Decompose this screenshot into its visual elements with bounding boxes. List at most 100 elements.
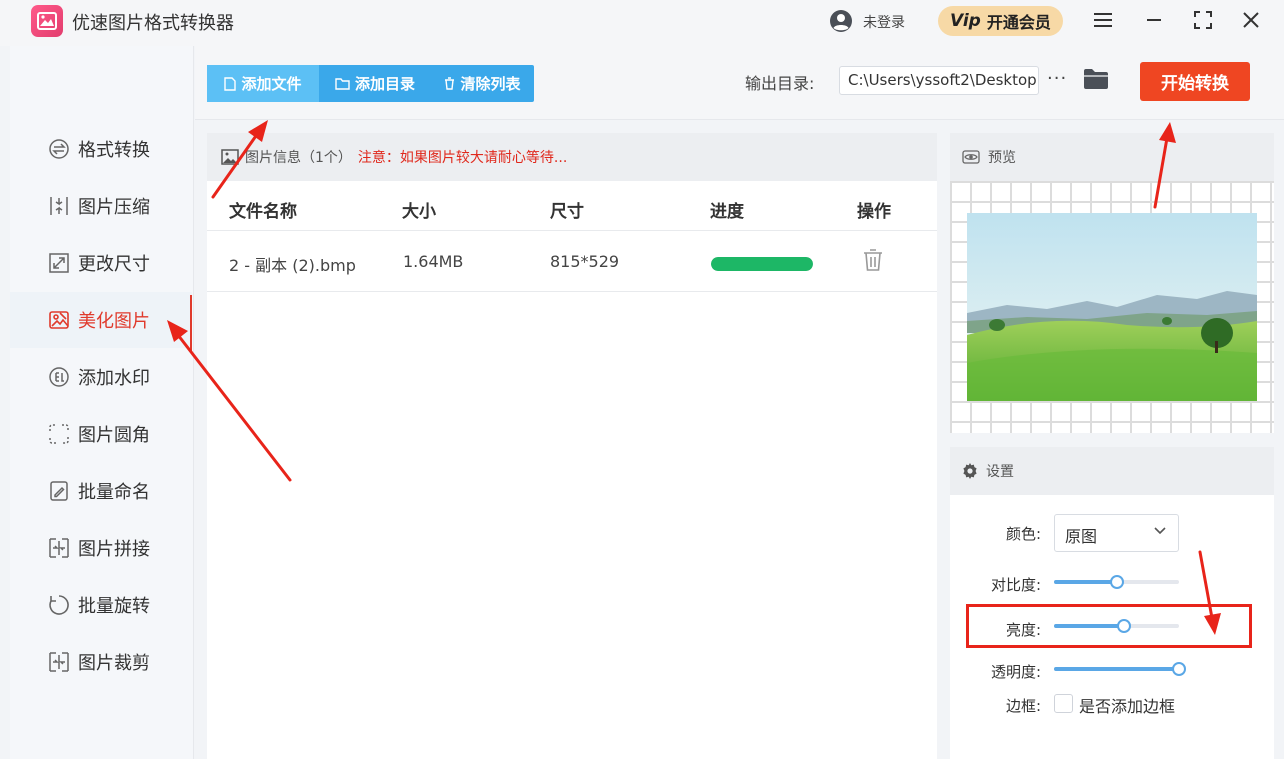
output-dir-field[interactable]: C:\Users\yssoft2\Desktop (839, 66, 1039, 95)
file-list-header: 图片信息（1个） 注意：如果图片较大请耐心等待... (207, 133, 937, 181)
annotation-highlight-box (966, 604, 1252, 648)
sidebar-item-label: 格式转换 (78, 140, 150, 161)
column-name: 文件名称 (229, 202, 297, 222)
folder-outline-icon (335, 77, 350, 90)
sidebar-item-watermark[interactable]: 添加水印 (10, 349, 192, 405)
clear-list-button[interactable]: 清除列表 (431, 65, 534, 102)
settings-title: 设置 (986, 464, 1014, 480)
contrast-slider-fill (1054, 580, 1117, 584)
maximize-icon[interactable] (1190, 7, 1216, 33)
sidebar-item-rotate[interactable]: 批量旋转 (10, 577, 192, 633)
app-title: 优速图片格式转换器 (72, 13, 234, 34)
file-list-notice: 注意：如果图片较大请耐心等待... (357, 150, 568, 166)
minimize-icon[interactable] (1141, 7, 1167, 33)
border-checkbox-label[interactable]: 是否添加边框 (1079, 693, 1175, 717)
sidebar-item-resize[interactable]: 更改尺寸 (10, 235, 192, 291)
column-progress: 进度 (710, 202, 744, 222)
login-status[interactable]: 未登录 (863, 12, 905, 32)
sidebar-item-label: 图片压缩 (78, 197, 150, 218)
resize-icon (48, 252, 70, 274)
add-folder-button[interactable]: 添加目录 (319, 65, 431, 102)
menu-icon[interactable] (1090, 7, 1116, 33)
sidebar-item-label: 图片拼接 (78, 539, 150, 560)
title-bar: 优速图片格式转换器 未登录 Vip 开通会员 (0, 0, 1284, 46)
color-select-value: 原图 (1065, 527, 1098, 546)
user-avatar-icon[interactable] (829, 9, 853, 33)
chevron-down-icon (1154, 524, 1166, 539)
preview-panel: 预览 (950, 133, 1274, 433)
sidebar-item-label: 批量旋转 (78, 596, 150, 617)
beautify-icon (48, 309, 70, 331)
preview-header: 预览 (950, 133, 1274, 181)
more-options-button[interactable]: ··· (1047, 68, 1067, 89)
vip-label: 开通会员 (986, 13, 1051, 32)
compress-icon (48, 195, 70, 217)
delete-icon[interactable] (863, 248, 883, 272)
vip-button[interactable]: Vip 开通会员 (938, 6, 1063, 36)
file-dims: 815*529 (550, 252, 620, 271)
opacity-label: 透明度: (990, 663, 1041, 681)
sidebar-item-label: 更改尺寸 (78, 254, 150, 275)
image-icon (37, 12, 57, 30)
close-icon[interactable] (1238, 7, 1264, 33)
add-folder-label: 添加目录 (354, 75, 415, 93)
file-list-panel: 图片信息（1个） 注意：如果图片较大请耐心等待... 文件名称 大小 尺寸 进度… (207, 133, 937, 759)
opacity-slider[interactable] (1054, 662, 1186, 676)
sidebar-item-label: 添加水印 (78, 368, 150, 389)
table-header: 文件名称 大小 尺寸 进度 操作 (207, 181, 937, 231)
contrast-label: 对比度: (990, 576, 1041, 594)
crop-icon (48, 651, 70, 673)
settings-header: 设置 (950, 447, 1274, 495)
folder-icon[interactable] (1083, 66, 1109, 92)
sidebar-item-stitch[interactable]: 图片拼接 (10, 520, 192, 576)
start-convert-button[interactable]: 开始转换 (1140, 62, 1250, 101)
eye-icon (962, 150, 980, 164)
sidebar-item-label: 图片裁剪 (78, 653, 150, 674)
rounded-corner-icon (48, 423, 70, 445)
add-file-label: 添加文件 (241, 75, 302, 93)
border-label: 边框: (1005, 697, 1041, 715)
progress-bar (711, 257, 813, 271)
sidebar-item-beautify[interactable]: 美化图片 (10, 292, 192, 348)
sidebar-item-compress[interactable]: 图片压缩 (10, 178, 192, 234)
output-dir-label: 输出目录: (745, 74, 815, 93)
sidebar-item-rename[interactable]: 批量命名 (10, 463, 192, 519)
add-file-button[interactable]: 添加文件 (207, 65, 319, 102)
file-size: 1.64MB (403, 252, 464, 271)
color-label: 颜色: (1005, 525, 1041, 543)
column-size: 大小 (402, 202, 436, 222)
sidebar-item-label: 批量命名 (78, 482, 150, 503)
rotate-icon (48, 594, 70, 616)
sidebar-item-label: 图片圆角 (78, 425, 150, 446)
gear-icon (963, 463, 977, 479)
file-button-group: 添加文件 添加目录 清除列表 (207, 65, 534, 102)
trash-icon (445, 77, 455, 90)
active-indicator (190, 295, 192, 351)
preview-image (967, 213, 1257, 401)
opacity-slider-handle[interactable] (1172, 662, 1186, 676)
table-row[interactable]: 2 - 副本 (2).bmp 1.64MB 815*529 (207, 232, 937, 292)
clear-list-label: 清除列表 (460, 75, 521, 93)
column-action: 操作 (857, 202, 891, 222)
sidebar-item-label: 美化图片 (78, 311, 150, 332)
opacity-slider-fill (1054, 667, 1179, 671)
format-convert-icon (48, 138, 70, 160)
sidebar-item-crop[interactable]: 图片裁剪 (10, 634, 192, 690)
contrast-slider-handle[interactable] (1109, 575, 1124, 589)
settings-panel: 设置 颜色: 原图 对比度: 亮度: 透明度: 边框: 是否添加边框 (950, 447, 1274, 759)
color-select[interactable]: 原图 (1054, 514, 1179, 552)
stitch-icon (48, 537, 70, 559)
file-list-title: 图片信息（1个） (245, 150, 352, 166)
contrast-slider[interactable] (1054, 575, 1179, 589)
border-checkbox[interactable] (1054, 694, 1073, 713)
preview-title: 预览 (988, 150, 1016, 166)
file-icon (224, 76, 237, 91)
sidebar-item-rounded-corner[interactable]: 图片圆角 (10, 406, 192, 462)
sidebar-item-format-convert[interactable]: 格式转换 (10, 121, 192, 177)
rename-icon (48, 480, 70, 502)
image-info-icon (221, 149, 239, 165)
vip-badge-icon: Vip (950, 11, 981, 31)
column-dims: 尺寸 (550, 202, 584, 222)
toolbar: 添加文件 添加目录 清除列表 输出目录: C:\Users\yssoft2\De… (195, 46, 1284, 120)
progress-fill (711, 257, 813, 271)
